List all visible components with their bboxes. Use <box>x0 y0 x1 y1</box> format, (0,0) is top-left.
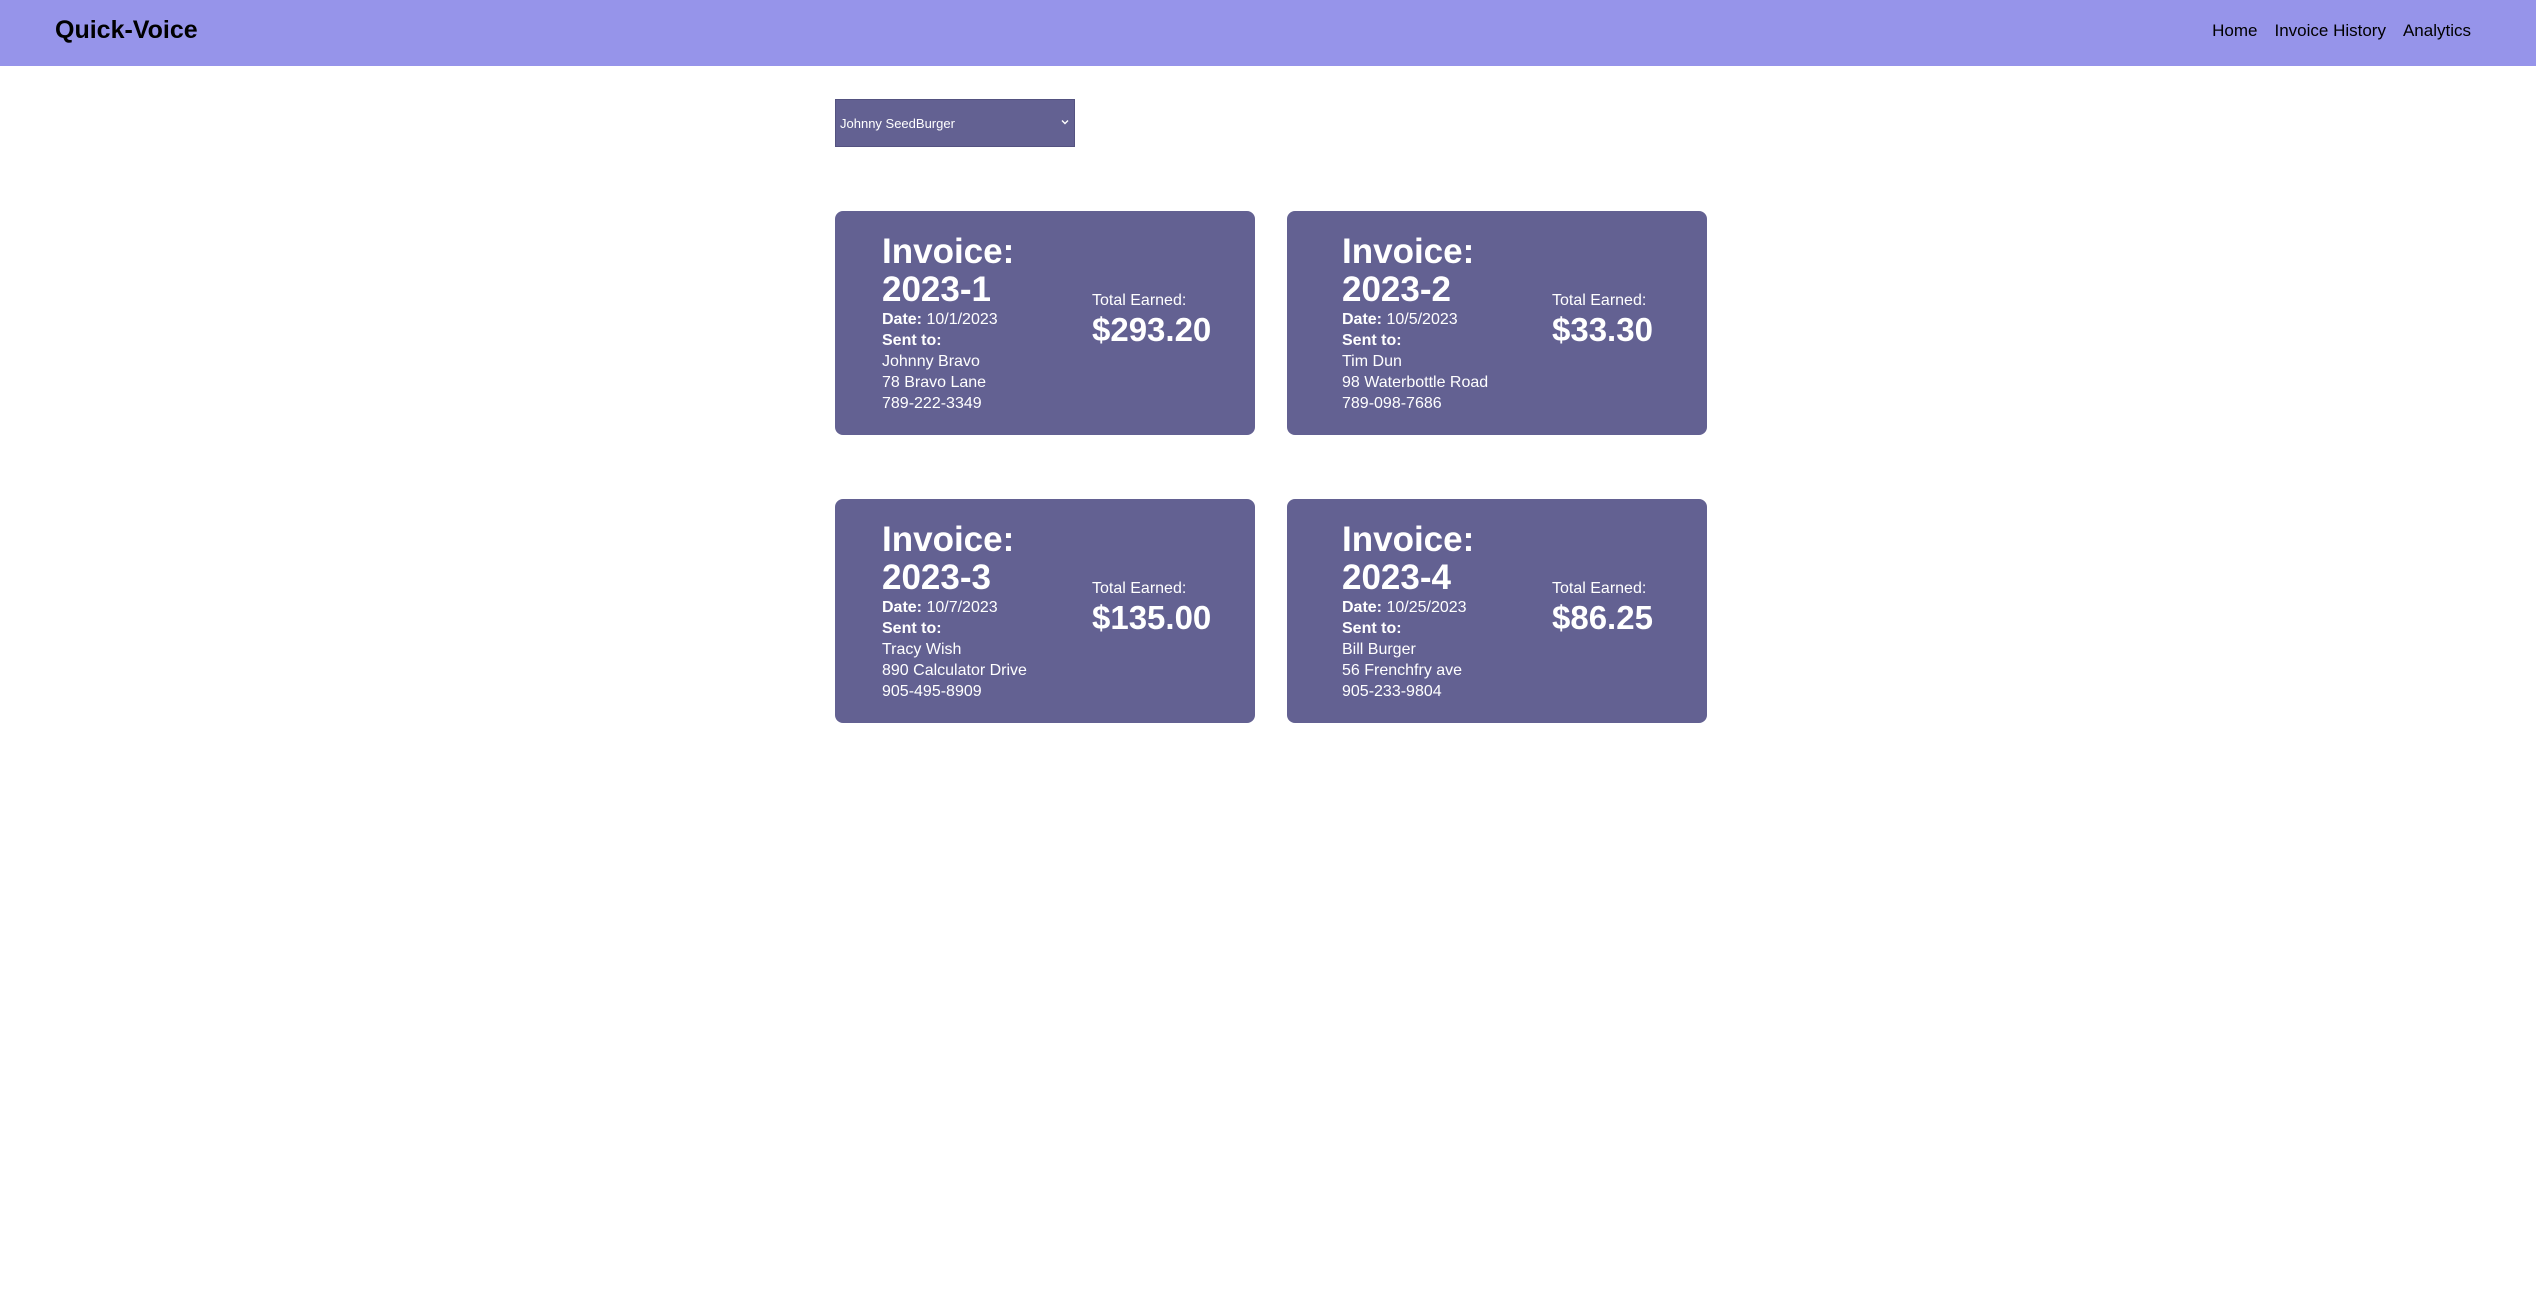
invoice-card[interactable]: Invoice: 2023-3 Date: 10/7/2023 Sent to: … <box>835 499 1255 723</box>
invoice-total: Total Earned: $135.00 <box>1092 579 1211 637</box>
invoice-details: Invoice: 2023-4 Date: 10/25/2023 Sent to:… <box>1342 521 1522 702</box>
navbar: Quick-Voice Home Invoice History Analyti… <box>0 0 2536 66</box>
invoice-date: Date: 10/25/2023 <box>1342 599 1467 616</box>
total-earned-label: Total Earned: <box>1552 580 1647 597</box>
client-select-value: Johnny SeedBurger <box>840 116 955 131</box>
recipient-name: Johnny Bravo <box>882 353 980 370</box>
invoice-details: Invoice: 2023-2 Date: 10/5/2023 Sent to: … <box>1342 233 1522 414</box>
recipient-address: 890 Calculator Drive <box>882 662 1027 679</box>
recipient-name: Tim Dun <box>1342 353 1402 370</box>
total-earned-label: Total Earned: <box>1552 292 1647 309</box>
invoice-number: 2023-4 <box>1342 558 1451 597</box>
brand-logo[interactable]: Quick-Voice <box>55 16 198 45</box>
chevron-down-icon <box>1061 120 1069 125</box>
sent-to-label: Sent to: <box>882 620 942 637</box>
recipient-phone: 789-098-7686 <box>1342 395 1442 412</box>
invoice-number: 2023-1 <box>882 270 991 309</box>
invoice-title: Invoice: 2023-4 <box>1342 520 1475 597</box>
recipient-phone: 905-495-8909 <box>882 683 982 700</box>
sent-to-label: Sent to: <box>1342 620 1402 637</box>
sent-to-label: Sent to: <box>882 332 942 349</box>
total-earned-amount: $293.20 <box>1092 311 1212 348</box>
recipient-phone: 789-222-3349 <box>882 395 982 412</box>
total-earned-amount: $135.00 <box>1092 599 1212 636</box>
invoice-title: Invoice: 2023-2 <box>1342 232 1475 309</box>
recipient-address: 98 Waterbottle Road <box>1342 374 1489 391</box>
total-earned-label: Total Earned: <box>1092 580 1187 597</box>
sent-to-label: Sent to: <box>1342 332 1402 349</box>
nav-link-invoice-history[interactable]: Invoice History <box>2274 21 2385 41</box>
recipient-address: 56 Frenchfry ave <box>1342 662 1463 679</box>
invoice-date: Date: 10/7/2023 <box>882 599 998 616</box>
invoice-title: Invoice: 2023-3 <box>882 520 1015 597</box>
invoice-total: Total Earned: $293.20 <box>1092 291 1211 349</box>
invoice-title: Invoice: 2023-1 <box>882 232 1015 309</box>
invoice-number: 2023-2 <box>1342 270 1451 309</box>
nav-links: Home Invoice History Analytics <box>2212 21 2471 41</box>
total-earned-amount: $33.30 <box>1552 311 1653 348</box>
total-earned-amount: $86.25 <box>1552 599 1653 636</box>
invoice-card[interactable]: Invoice: 2023-2 Date: 10/5/2023 Sent to: … <box>1287 211 1707 435</box>
invoice-details: Invoice: 2023-3 Date: 10/7/2023 Sent to: … <box>882 521 1062 702</box>
recipient-name: Tracy Wish <box>882 641 962 658</box>
nav-link-home[interactable]: Home <box>2212 21 2257 41</box>
invoice-total: Total Earned: $86.25 <box>1552 579 1653 637</box>
invoice-date: Date: 10/1/2023 <box>882 311 998 328</box>
nav-link-analytics[interactable]: Analytics <box>2403 21 2471 41</box>
total-earned-label: Total Earned: <box>1092 292 1187 309</box>
recipient-address: 78 Bravo Lane <box>882 374 987 391</box>
invoice-date: Date: 10/5/2023 <box>1342 311 1458 328</box>
invoice-details: Invoice: 2023-1 Date: 10/1/2023 Sent to: … <box>882 233 1062 414</box>
invoice-card[interactable]: Invoice: 2023-1 Date: 10/1/2023 Sent to: … <box>835 211 1255 435</box>
invoice-total: Total Earned: $33.30 <box>1552 291 1653 349</box>
invoice-card[interactable]: Invoice: 2023-4 Date: 10/25/2023 Sent to:… <box>1287 499 1707 723</box>
client-select[interactable]: Johnny SeedBurger <box>835 99 1075 147</box>
recipient-name: Bill Burger <box>1342 641 1416 658</box>
recipient-phone: 905-233-9804 <box>1342 683 1442 700</box>
invoice-number: 2023-3 <box>882 558 991 597</box>
